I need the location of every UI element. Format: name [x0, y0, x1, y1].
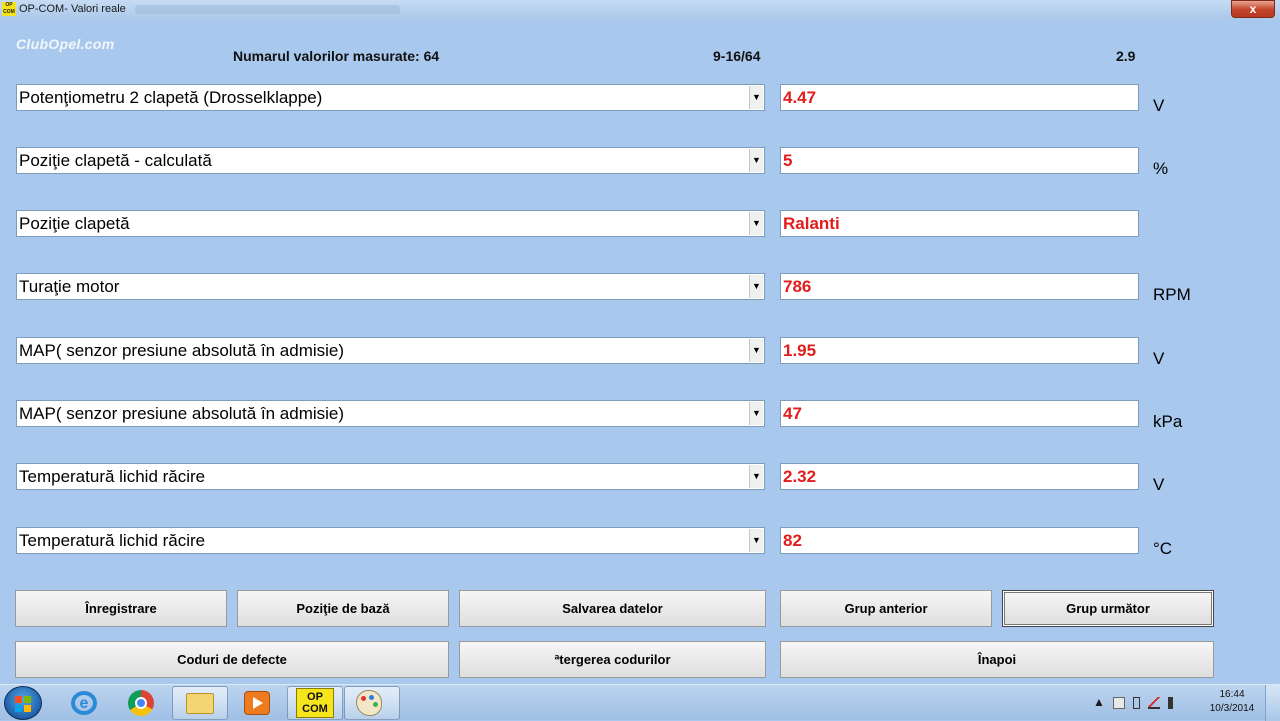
clubopel-logo: ClubOpel.com [16, 36, 115, 52]
chevron-down-icon[interactable]: ▼ [749, 529, 763, 552]
unit-label: kPa [1153, 412, 1183, 431]
title-obscured-text [135, 5, 400, 14]
param-select-text: MAP( senzor presiune absolută în admisie… [19, 341, 345, 360]
clock-time: 16:44 [1219, 689, 1245, 700]
param-select[interactable]: Turaţie motor ▼ [16, 273, 765, 300]
param-select-text: Turaţie motor [19, 277, 120, 296]
group-range-label: 9-16/64 [713, 48, 761, 64]
param-row: MAP( senzor presiune absolută în admisie… [0, 337, 1280, 377]
value-field: 82 [780, 527, 1139, 554]
unit-label: V [1153, 475, 1165, 494]
param-select-text: Potenţiometru 2 clapetă (Drosselklappe) [19, 88, 323, 107]
clear-codes-button[interactable]: ªtergerea codurilor [459, 641, 766, 678]
show-desktop-button[interactable] [1265, 685, 1280, 721]
start-button[interactable] [4, 686, 42, 720]
value-text: 47 [783, 404, 802, 423]
param-row: Temperatură lichid răcire ▼ 2.32 V [0, 463, 1280, 503]
paint-icon [356, 690, 382, 716]
fault-codes-button[interactable]: Coduri de defecte [15, 641, 449, 678]
param-row: Poziţie clapetă - calculată ▼ 5 % [0, 147, 1280, 187]
back-button[interactable]: Înapoi [780, 641, 1214, 678]
param-select[interactable]: Temperatură lichid răcire ▼ [16, 463, 765, 490]
chrome-icon [128, 690, 154, 716]
param-select[interactable]: Poziţie clapetă ▼ [16, 210, 765, 237]
save-data-button[interactable]: Salvarea datelor [459, 590, 766, 627]
unit-label: RPM [1153, 285, 1191, 304]
chevron-down-icon[interactable]: ▼ [749, 212, 763, 235]
param-row: MAP( senzor presiune absolută în admisie… [0, 400, 1280, 440]
param-select[interactable]: Poziţie clapetă - calculată ▼ [16, 147, 765, 174]
value-field: Ralanti [780, 210, 1139, 237]
value-text: 1.95 [783, 341, 817, 360]
opcom-app-icon: OP COM [2, 2, 16, 16]
param-row: Temperatură lichid răcire ▼ 82 °C [0, 527, 1280, 567]
param-select-text: Poziţie clapetă [19, 214, 130, 233]
clock-date: 10/3/2014 [1209, 703, 1255, 714]
chevron-down-icon[interactable]: ▼ [749, 149, 763, 172]
chevron-down-icon[interactable]: ▼ [749, 339, 763, 362]
base-position-button[interactable]: Poziţie de bază [237, 590, 449, 627]
value-text: Ralanti [783, 214, 840, 233]
value-text: 4.47 [783, 88, 817, 107]
chevron-down-icon[interactable]: ▼ [749, 402, 763, 425]
param-select-text: Poziţie clapetă - calculată [19, 151, 212, 170]
value-text: 82 [783, 531, 802, 550]
chevron-down-icon[interactable]: ▼ [749, 465, 763, 488]
main-panel: ClubOpel.com Numarul valorilor masurate:… [0, 20, 1280, 684]
value-field: 4.47 [780, 84, 1139, 111]
close-button[interactable]: x [1231, 0, 1275, 18]
window-title: OP-COM- Valori reale [19, 3, 126, 15]
unit-label: % [1153, 159, 1169, 178]
param-select[interactable]: Temperatură lichid răcire ▼ [16, 527, 765, 554]
previous-group-button[interactable]: Grup anterior [780, 590, 992, 627]
param-select-text: Temperatură lichid răcire [19, 467, 206, 486]
param-row: Poziţie clapetă ▼ Ralanti [0, 210, 1280, 250]
param-row: Turaţie motor ▼ 786 RPM [0, 273, 1280, 313]
speaker-icon[interactable] [1167, 696, 1180, 709]
param-select-text: Temperatură lichid răcire [19, 531, 206, 550]
value-field: 47 [780, 400, 1139, 427]
unit-label: V [1153, 96, 1165, 115]
value-text: 2.32 [783, 467, 817, 486]
chevron-down-icon[interactable]: ▼ [749, 275, 763, 298]
folder-icon [186, 693, 214, 714]
value-field: 1.95 [780, 337, 1139, 364]
value-field: 786 [780, 273, 1139, 300]
param-row: Potenţiometru 2 clapetă (Drosselklappe) … [0, 84, 1280, 124]
unit-label: °C [1153, 539, 1173, 558]
value-text: 786 [783, 277, 812, 296]
next-group-button[interactable]: Grup următor [1002, 590, 1214, 627]
opcom-icon: OP COM [296, 688, 334, 718]
title-bar: OP COM OP-COM- Valori reale x [0, 0, 1280, 20]
param-select-text: MAP( senzor presiune absolută în admisie… [19, 404, 345, 423]
value-text: 5 [783, 151, 793, 170]
battery-icon[interactable] [1132, 696, 1140, 709]
param-select[interactable]: MAP( senzor presiune absolută în admisie… [16, 337, 765, 364]
record-button[interactable]: Înregistrare [15, 590, 227, 627]
value-field: 2.32 [780, 463, 1139, 490]
internet-explorer-icon: e [71, 691, 97, 715]
show-hidden-icons-icon[interactable]: ▲ [1093, 695, 1105, 709]
unit-label: V [1153, 349, 1165, 368]
taskbar-clock[interactable]: 16:44 10/3/2014 [1206, 688, 1258, 716]
param-select[interactable]: MAP( senzor presiune absolută în admisie… [16, 400, 765, 427]
system-tray: ▲ [1093, 695, 1188, 709]
taskbar: e OP COM ▲ 16:44 10/3/2014 [0, 684, 1280, 721]
param-select[interactable]: Potenţiometru 2 clapetă (Drosselklappe) … [16, 84, 765, 111]
action-center-flag-icon[interactable] [1112, 696, 1125, 709]
network-disconnected-icon[interactable] [1147, 696, 1160, 709]
media-player-icon [244, 691, 270, 715]
value-field: 5 [780, 147, 1139, 174]
chevron-down-icon[interactable]: ▼ [749, 86, 763, 109]
refresh-rate-label: 2.9 [1116, 48, 1136, 64]
measured-count-label: Numarul valorilor masurate: 64 [233, 48, 440, 64]
